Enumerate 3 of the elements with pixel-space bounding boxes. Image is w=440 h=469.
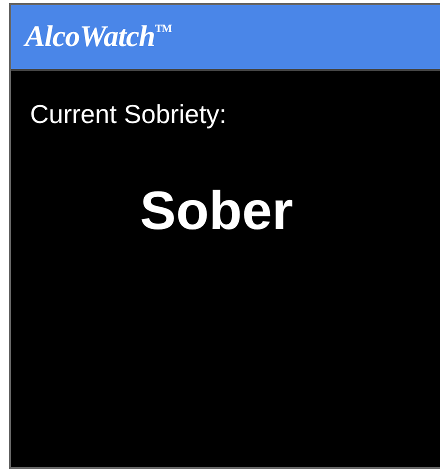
- status-label: Current Sobriety:: [30, 99, 227, 130]
- sobriety-status: Sober: [140, 180, 294, 242]
- app-logo: AlcoWatch$^{TM}$: [25, 20, 172, 54]
